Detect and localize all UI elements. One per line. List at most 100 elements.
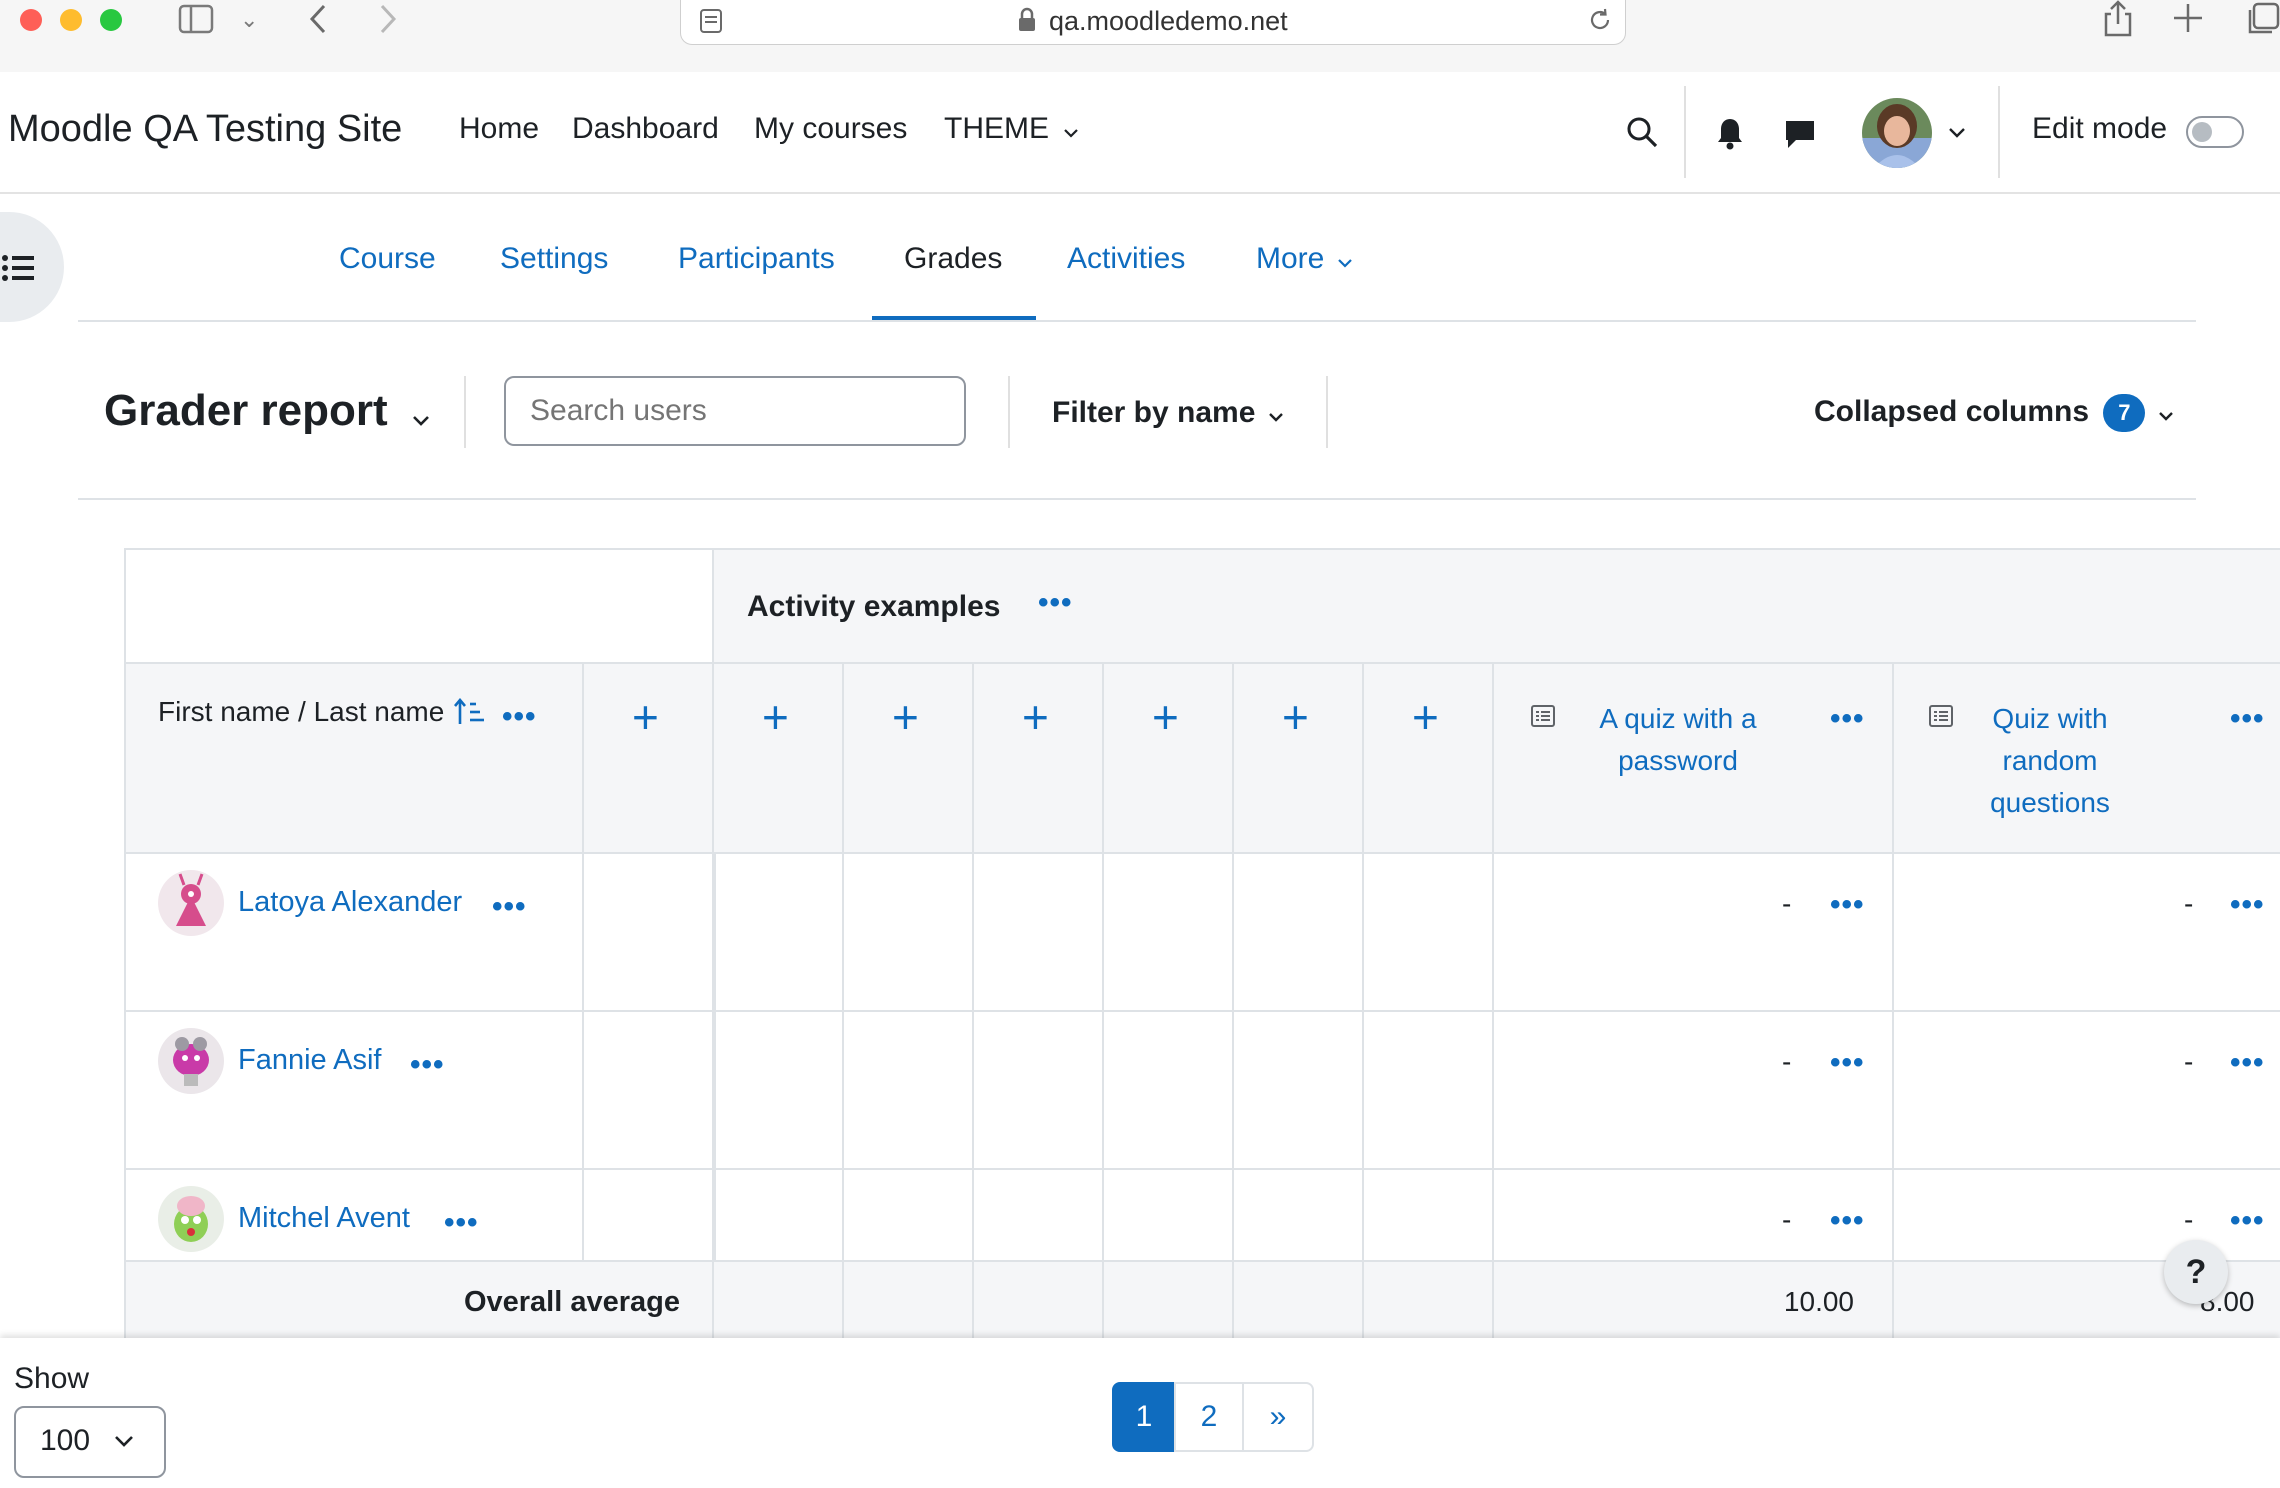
grade-cell (842, 1168, 974, 1264)
collapsed-column: + (1362, 662, 1494, 854)
grade-cell[interactable]: - ••• (1892, 1010, 2280, 1170)
grade-actions-menu[interactable]: ••• (1830, 890, 1865, 920)
quiz-password-actions-menu[interactable]: ••• (1830, 704, 1865, 734)
expand-column-icon[interactable]: + (762, 694, 789, 740)
quiz-random-actions-menu[interactable]: ••• (2230, 704, 2265, 734)
average-value: 10.00 (1783, 1286, 1854, 1317)
quiz-random-column-header: Quiz with random questions ••• (1892, 662, 2280, 854)
collapsed-column: + (1232, 662, 1364, 854)
grader-table: Activity examples ••• First name / Last … (0, 0, 2280, 1340)
grade-cell (972, 1010, 1104, 1170)
grade-cell (1232, 1010, 1364, 1170)
name-column-actions-menu[interactable]: ••• (502, 702, 537, 732)
grade-cell[interactable]: - ••• (1492, 1010, 1894, 1170)
category-header: Activity examples ••• (712, 548, 2280, 666)
average-cell (1232, 1260, 1364, 1340)
average-cell (712, 1260, 844, 1340)
grade-value: - (1782, 1204, 1792, 1235)
table-row: Latoya Alexander ••• (124, 852, 584, 1012)
average-cell (1362, 1260, 1494, 1340)
quiz-icon (1928, 704, 1954, 733)
grade-cell (582, 852, 716, 1012)
grade-cell[interactable]: - ••• (1492, 1168, 1894, 1264)
per-page-value: 100 (40, 1424, 91, 1457)
next-page-button[interactable]: » (1242, 1382, 1314, 1452)
grade-cell (582, 1010, 716, 1170)
student-actions-menu[interactable]: ••• (444, 1208, 479, 1238)
grade-actions-menu[interactable]: ••• (2230, 1206, 2265, 1236)
student-name-link[interactable]: Mitchel Avent (238, 1202, 410, 1235)
student-name-link[interactable]: Fannie Asif (238, 1044, 381, 1077)
expand-column-icon[interactable]: + (632, 694, 659, 740)
average-cell (1102, 1260, 1234, 1340)
grade-cell (712, 852, 844, 1012)
grade-cell (1362, 1010, 1494, 1170)
header-blank-cell (124, 548, 716, 666)
category-name: Activity examples (747, 590, 1001, 623)
quiz-name-line: random (2002, 745, 2098, 776)
grade-cell (1102, 1010, 1234, 1170)
grade-cell (712, 1168, 844, 1264)
grade-cell (972, 1168, 1104, 1264)
quiz-name-line: A quiz with a (1599, 703, 1757, 734)
grade-cell (1232, 852, 1364, 1012)
student-avatar[interactable] (158, 1028, 224, 1094)
grade-cell (842, 1010, 974, 1170)
page-1-button[interactable]: 1 (1112, 1382, 1176, 1452)
student-avatar[interactable] (158, 1186, 224, 1252)
page-2-button[interactable]: 2 (1174, 1382, 1244, 1452)
collapsed-column: + (712, 662, 844, 854)
grade-actions-menu[interactable]: ••• (2230, 890, 2265, 920)
collapsed-column: + (972, 662, 1104, 854)
name-column-header: First name / Last name ••• (124, 662, 584, 854)
collapsed-column: + (582, 662, 716, 854)
expand-column-icon[interactable]: + (892, 694, 919, 740)
grade-cell[interactable]: - ••• (1892, 1168, 2280, 1264)
quiz-name-line: questions (1990, 787, 2110, 818)
student-avatar[interactable] (158, 870, 224, 936)
grade-cell (1362, 852, 1494, 1012)
table-row: Fannie Asif ••• (124, 1010, 584, 1170)
grade-cell (1102, 1168, 1234, 1264)
overall-average-label-cell: Overall average (124, 1260, 716, 1340)
expand-column-icon[interactable]: + (1412, 694, 1439, 740)
grade-value: - (2184, 1046, 2194, 1077)
quiz-name-line: Quiz with (1992, 703, 2108, 734)
expand-column-icon[interactable]: + (1022, 694, 1049, 740)
grade-value: - (2184, 888, 2194, 919)
grade-cell[interactable]: - ••• (1492, 852, 1894, 1012)
average-cell (972, 1260, 1104, 1340)
grade-actions-menu[interactable]: ••• (1830, 1206, 1865, 1236)
quiz-password-column-header: A quiz with a password ••• (1492, 662, 1894, 854)
grade-actions-menu[interactable]: ••• (2230, 1048, 2265, 1078)
expand-column-icon[interactable]: + (1282, 694, 1309, 740)
grade-cell (1232, 1168, 1364, 1264)
grade-actions-menu[interactable]: ••• (1830, 1048, 1865, 1078)
sort-ascending-icon[interactable] (454, 697, 486, 731)
per-page-select[interactable]: 100 (14, 1406, 166, 1478)
help-button[interactable]: ? (2164, 1240, 2228, 1304)
quiz-password-link[interactable]: A quiz with a password (1578, 698, 1778, 782)
grade-cell (1102, 852, 1234, 1012)
student-actions-menu[interactable]: ••• (410, 1050, 445, 1080)
grade-cell (582, 1168, 716, 1264)
grade-value: - (1782, 1046, 1792, 1077)
student-name-link[interactable]: Latoya Alexander (238, 886, 462, 919)
quiz-icon (1530, 704, 1556, 733)
collapsed-column: + (842, 662, 974, 854)
quiz-random-link[interactable]: Quiz with random questions (1974, 698, 2126, 824)
grade-value: - (2184, 1204, 2194, 1235)
chevron-down-icon (114, 1434, 134, 1453)
grade-value: - (1782, 888, 1792, 919)
name-header-label[interactable]: First name / Last name (158, 696, 444, 728)
grade-cell[interactable]: - ••• (1892, 852, 2280, 1012)
table-row: Mitchel Avent ••• (124, 1168, 584, 1264)
show-label: Show (14, 1362, 90, 1395)
category-actions-menu[interactable]: ••• (1038, 588, 1073, 618)
quiz-name-line: password (1618, 745, 1738, 776)
collapsed-column: + (1102, 662, 1234, 854)
expand-column-icon[interactable]: + (1152, 694, 1179, 740)
grade-cell (972, 852, 1104, 1012)
student-actions-menu[interactable]: ••• (492, 892, 527, 922)
grade-cell (712, 1010, 844, 1170)
